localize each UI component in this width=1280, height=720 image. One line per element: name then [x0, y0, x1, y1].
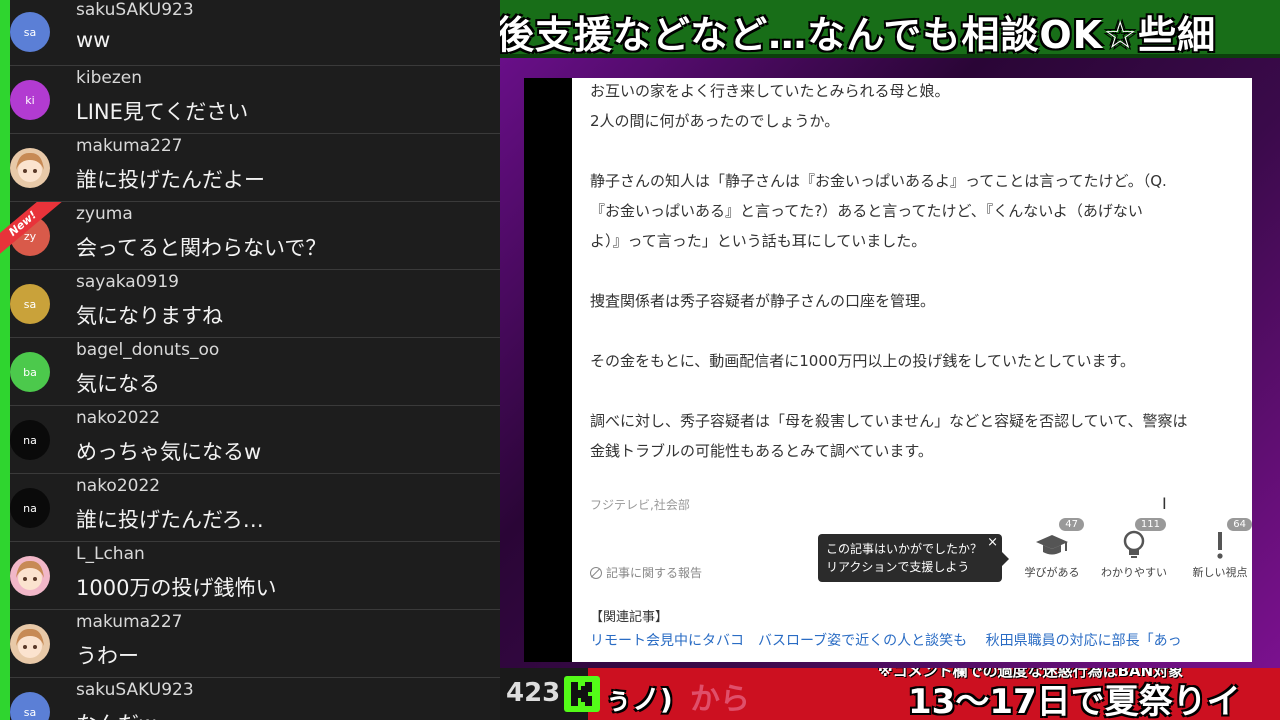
bottom-bar: 423 ぅノ) から ※コメント欄での過度な迷惑行為はBAN対象 13〜17日で… [500, 668, 1280, 720]
article-line: 金銭トラブルの可能性もあるとみて調べています。 [590, 442, 933, 460]
chat-username[interactable]: L_Lchan [76, 544, 145, 564]
chat-username[interactable]: nako2022 [76, 476, 160, 496]
avatar-initials: na [23, 501, 37, 515]
chat-message: sa sayaka0919 気になりますね [0, 270, 500, 338]
top-ticker-text: 後支援などなど…なんでも相談OK☆些細 [500, 13, 1217, 57]
chat-username[interactable]: sayaka0919 [76, 272, 179, 292]
chat-username[interactable]: bagel_donuts_oo [76, 340, 219, 360]
reaction-count: 111 [1134, 518, 1166, 531]
reaction-learn-button[interactable]: 47 学びがある [1012, 518, 1092, 580]
report-link[interactable]: 記事に関する報告 [590, 564, 702, 581]
chat-text: ww [76, 28, 111, 52]
chat-message: ki kibezen LINE見てください [0, 66, 500, 134]
reaction-tooltip: この記事はいかがでしたか？ リアクションで支援しよう × [818, 534, 1009, 582]
chat-username[interactable]: zyuma [76, 204, 133, 224]
avatar-initials: sa [23, 705, 37, 719]
chat-text: 気になりますね [76, 304, 223, 328]
lightbulb-icon [1094, 528, 1174, 562]
reaction-label: 学びがある [1024, 566, 1080, 579]
chat-username[interactable]: makuma227 [76, 136, 183, 156]
chat-message: makuma227 誰に投げたんだよー [0, 134, 500, 202]
text-cursor-icon: I [1162, 494, 1167, 513]
prohibit-icon [590, 566, 602, 579]
article-line: 静子さんの知人は「静子さんは『お金いっぱいあるよ』ってことは言ってたけど。（Q. [590, 172, 1167, 190]
chat-username[interactable]: sakuSAKU923 [76, 680, 194, 700]
viewer-count: 423 [506, 678, 561, 708]
chat-text: 1000万の投げ銭怖い [76, 576, 277, 600]
avatar[interactable]: na [10, 420, 50, 460]
exclamation-icon [1180, 528, 1252, 562]
reaction-label: 新しい視点 [1192, 566, 1248, 579]
avatar[interactable]: sa [10, 12, 50, 52]
related-link[interactable]: 秋田県職員の対応に部長「あっ [986, 633, 1182, 649]
article-line: 『お金いっぱいある』と言ってた?）あると言ってたけど、『くんないよ（あげない [590, 202, 1143, 220]
article-line: 調べに対し、秀子容疑者は「母を殺害していません」などと容疑を否認していて、警察は [590, 412, 1188, 430]
bottom-fragment-2: から [690, 682, 750, 717]
related-link[interactable]: リモート会見中にタバコ バスローブ姿で近くの人と談笑も [590, 633, 967, 649]
chat-username[interactable]: kibezen [76, 68, 142, 88]
reaction-count: 47 [1059, 518, 1084, 531]
chat-text: 会ってると関わらないで？ [76, 236, 327, 260]
article-line: よ）』って言った」という話も耳にしていました。 [590, 232, 927, 250]
top-ticker: 後支援などなど…なんでも相談OK☆些細 [500, 0, 1280, 58]
graduation-cap-icon [1012, 528, 1092, 562]
chat-text: 誰に投げたんだろ… [76, 508, 264, 532]
article-line: 2人の間に何があったのでしょうか。 [590, 112, 840, 130]
avatar-initials: sa [23, 297, 37, 311]
avatar[interactable]: ba [10, 352, 50, 392]
chat-message: sa sakuSAKU923 なんだw [0, 678, 500, 720]
chat-text: うわー [76, 644, 139, 668]
bottom-ticker: 13〜17日で夏祭りイ [908, 682, 1241, 720]
article-line: お互いの家をよく行き来していたとみられる母と娘。 [590, 82, 950, 100]
article-line: 捜査関係者は秀子容疑者が静子さんの口座を管理。 [590, 292, 936, 310]
avatar[interactable]: sa [10, 284, 50, 324]
avatar-initials: na [23, 433, 37, 447]
chat-message: ba bagel_donuts_oo 気になる [0, 338, 500, 406]
report-label: 記事に関する報告 [606, 566, 703, 580]
reaction-new-view-button[interactable]: 64 新しい視点 [1180, 518, 1252, 580]
reaction-count: 64 [1227, 518, 1252, 531]
related-articles: リモート会見中にタバコ バスローブ姿で近くの人と談笑も 秋田県職員の対応に部長「… [590, 630, 1196, 650]
tooltip-line-2: リアクションで支援しよう [826, 560, 970, 574]
chat-text: なんだw [76, 708, 156, 720]
reaction-clear-button[interactable]: 111 わかりやすい [1094, 518, 1174, 580]
chat-message: zy zyuma 会ってると関わらないで？ New! [0, 202, 500, 270]
chat-message: na nako2022 誰に投げたんだろ… [0, 474, 500, 542]
article-source: フジテレビ,社会部 [590, 498, 690, 512]
chat-username[interactable]: sakuSAKU923 [76, 0, 194, 20]
avatar[interactable]: ki [10, 80, 50, 120]
avatar-initials: sa [23, 25, 37, 39]
chat-text: LINE見てください [76, 100, 249, 124]
stream-view: 後支援などなど…なんでも相談OK☆些細 お互いの家をよく行き来していたとみられる… [500, 0, 1280, 720]
avatar[interactable]: sa [10, 692, 50, 720]
chat-text: 気になる [76, 372, 160, 396]
avatar-initials: ba [23, 365, 37, 379]
avatar[interactable] [10, 148, 50, 188]
avatar[interactable]: na [10, 488, 50, 528]
chat-panel: sa sakuSAKU923 ww ki kibezen LINE見てください makuma… [0, 0, 500, 720]
chat-message: makuma227 うわー [0, 610, 500, 678]
chat-message: L_Lchan 1000万の投げ銭怖い [0, 542, 500, 610]
kick-logo-icon [564, 676, 600, 712]
chat-username[interactable]: nako2022 [76, 408, 160, 428]
article-line: その金をもとに、動画配信者に1000万円以上の投げ銭をしていたとしています。 [590, 352, 1136, 370]
stream-side-pane [524, 78, 574, 662]
chat-message: sa sakuSAKU923 ww [0, 0, 500, 66]
tooltip-line-1: この記事はいかがでしたか？ [826, 542, 983, 556]
reaction-label: わかりやすい [1101, 566, 1167, 579]
bottom-fragment: ぅノ) [604, 683, 673, 716]
chat-username[interactable]: makuma227 [76, 612, 183, 632]
news-article: お互いの家をよく行き来していたとみられる母と娘。 2人の間に何があったのでしょうか… [572, 78, 1252, 662]
chat-text: 誰に投げたんだよー [76, 168, 265, 192]
avatar-initials: ki [25, 93, 35, 107]
new-badge-label: New! [0, 202, 63, 260]
close-icon[interactable]: × [987, 534, 998, 552]
related-articles-heading: 【関連記事】 [590, 610, 669, 625]
chat-text: めっちゃ気になるw [76, 440, 262, 464]
chat-message: na nako2022 めっちゃ気になるw [0, 406, 500, 474]
avatar[interactable] [10, 624, 50, 664]
avatar[interactable] [10, 556, 50, 596]
new-badge: New! [0, 202, 70, 272]
